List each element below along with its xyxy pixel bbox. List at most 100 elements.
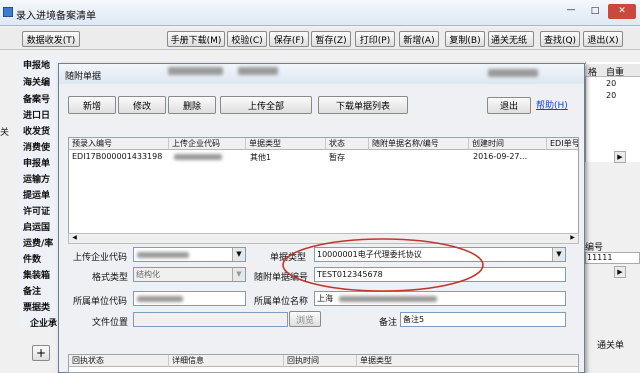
dialog-title-redacted-2 bbox=[238, 67, 278, 75]
right-scroll-right-arrow[interactable]: ▶ bbox=[614, 151, 626, 163]
left-label-declare-place: 申报地 bbox=[23, 61, 51, 71]
grid-header-doc-type[interactable]: 单据类型 bbox=[246, 138, 326, 150]
print-button[interactable]: 打印(P) bbox=[355, 31, 395, 47]
add-row-button[interactable]: + bbox=[32, 345, 50, 361]
maximize-button[interactable]: □ bbox=[584, 5, 606, 18]
dialog-edit-button[interactable]: 修改 bbox=[118, 96, 166, 114]
right-scroll-right-arrow-2[interactable]: ▶ bbox=[614, 266, 626, 278]
left-label-bill: 提运单 bbox=[23, 191, 51, 201]
exit-main-button[interactable]: 退出(X) bbox=[583, 31, 623, 47]
left-label-bill-type: 票据类 bbox=[23, 303, 51, 313]
receipt-grid-header: 回执状态 详细信息 回执时间 单据类型 bbox=[69, 355, 578, 367]
upload-company-redacted bbox=[137, 252, 189, 258]
right-code-value: 11111 bbox=[587, 253, 613, 262]
grid-header-upload-company[interactable]: 上传企业代码 bbox=[169, 138, 246, 150]
save-button[interactable]: 保存(F) bbox=[269, 31, 309, 47]
scroll-left-arrow[interactable]: ◀ bbox=[69, 234, 80, 243]
data-transceive-button[interactable]: 数据收发(T) bbox=[22, 31, 80, 47]
row-doc-type: 其他1 bbox=[250, 153, 272, 162]
find-button[interactable]: 查找(Q) bbox=[540, 31, 580, 47]
doc-type-value: 10000001电子代理委托协议 bbox=[317, 250, 422, 259]
dialog-delete-button[interactable]: 删除 bbox=[168, 96, 216, 114]
stash-button[interactable]: 暂存(Z) bbox=[311, 31, 351, 47]
new-button[interactable]: 新增(A) bbox=[399, 31, 439, 47]
doc-number-input[interactable]: TEST012345678 bbox=[314, 267, 566, 282]
owner-code-redacted bbox=[137, 296, 183, 302]
row-upload-company-redacted bbox=[174, 154, 222, 160]
remark-input[interactable]: 备注5 bbox=[400, 312, 566, 327]
attachment-grid: 预录入编号 上传企业代码 单据类型 状态 随附单据名称/编号 创建时间 EDI单… bbox=[68, 137, 579, 243]
grid-header-status[interactable]: 状态 bbox=[326, 138, 369, 150]
receipt-header-detail[interactable]: 详细信息 bbox=[169, 355, 284, 367]
grid-header-edi-no[interactable]: EDI单号 bbox=[547, 138, 578, 150]
left-edge-mark: 关 bbox=[0, 128, 10, 138]
right-header-weight: 自重 bbox=[606, 68, 625, 78]
left-label-consumer: 消费使 bbox=[23, 143, 51, 153]
row-created-time: 2016-09-27... bbox=[473, 152, 528, 161]
owner-code-input[interactable] bbox=[133, 291, 246, 306]
doc-number-value: TEST012345678 bbox=[317, 270, 383, 279]
left-label-customs-code: 海关编 bbox=[23, 78, 51, 88]
format-type-label: 格式类型 bbox=[92, 273, 129, 283]
grid-horizontal-scrollbar[interactable]: ◀ ▶ bbox=[68, 233, 579, 244]
left-label-declarer: 申报单 bbox=[23, 159, 51, 169]
owner-code-label: 所属单位代码 bbox=[73, 297, 128, 307]
main-window-title: 录入进境备案清单 bbox=[16, 11, 96, 22]
table-row[interactable]: EDI17B000001433198 其他1 暂存 2016-09-27... bbox=[69, 151, 578, 163]
dialog-upload-all-button[interactable]: 上传全部 bbox=[220, 96, 312, 114]
dialog-title-redacted-1 bbox=[168, 67, 223, 75]
receipt-header-time[interactable]: 回执时间 bbox=[284, 355, 357, 367]
row-status: 暂存 bbox=[329, 153, 345, 162]
left-label-license: 许可证 bbox=[23, 207, 51, 217]
left-label-remark: 备注 bbox=[23, 287, 42, 297]
minimize-button[interactable]: — bbox=[560, 5, 582, 18]
dialog-title-redacted-3 bbox=[488, 69, 538, 77]
main-window-icon bbox=[3, 7, 13, 17]
dialog-exit-button[interactable]: 退出 bbox=[487, 97, 531, 114]
owner-name-input[interactable]: 上海 bbox=[314, 291, 566, 306]
paperless-clearance-button[interactable]: 通关无纸 bbox=[488, 31, 534, 47]
copy-button[interactable]: 复制(B) bbox=[445, 31, 485, 47]
file-location-input bbox=[133, 312, 288, 327]
close-button[interactable]: ✕ bbox=[608, 4, 636, 19]
upload-company-field[interactable]: ▼ bbox=[133, 247, 246, 262]
right-clearance-label: 通关单 bbox=[597, 341, 625, 351]
grid-header-created-time[interactable]: 创建时间 bbox=[469, 138, 547, 150]
browse-button: 浏览 bbox=[289, 311, 321, 327]
grid-header-preentry-no[interactable]: 预录入编号 bbox=[69, 138, 169, 150]
dialog-help-link[interactable]: 帮助(H) bbox=[536, 98, 568, 111]
receipt-header-doc-type[interactable]: 单据类型 bbox=[357, 355, 578, 367]
left-label-origin-country: 启运国 bbox=[23, 223, 51, 233]
left-label-transport: 运输方 bbox=[23, 175, 51, 185]
scroll-right-arrow[interactable]: ▶ bbox=[567, 234, 578, 243]
format-type-dropdown-arrow: ▼ bbox=[232, 268, 245, 281]
right-value-1: 20 bbox=[606, 79, 617, 88]
doc-type-select[interactable]: 10000001电子代理委托协议 ▼ bbox=[314, 247, 566, 262]
dialog-new-button[interactable]: 新增 bbox=[68, 96, 116, 114]
left-label-import-date: 进口日 bbox=[23, 111, 51, 121]
doc-type-dropdown-arrow[interactable]: ▼ bbox=[552, 248, 565, 261]
main-title-bar: 录入进境备案清单 bbox=[0, 0, 640, 26]
left-label-pieces: 件数 bbox=[23, 255, 42, 265]
owner-name-label: 所属单位名称 bbox=[254, 297, 309, 307]
dialog-title: 随附单据 bbox=[65, 72, 102, 82]
owner-name-value: 上海 bbox=[317, 294, 333, 303]
right-value-2: 20 bbox=[606, 91, 617, 100]
left-label-container: 集装箱 bbox=[23, 271, 51, 281]
upload-company-dropdown-arrow[interactable]: ▼ bbox=[232, 248, 245, 261]
remark-label: 备注 bbox=[379, 318, 398, 328]
manual-download-button[interactable]: 手册下载(M) bbox=[167, 31, 225, 47]
dialog-download-list-button[interactable]: 下载单据列表 bbox=[318, 96, 408, 114]
upload-company-label: 上传企业代码 bbox=[73, 253, 128, 263]
owner-name-redacted bbox=[339, 296, 437, 302]
grid-header-row: 预录入编号 上传企业代码 单据类型 状态 随附单据名称/编号 创建时间 EDI单… bbox=[69, 138, 578, 150]
left-label-freight: 运费/率 bbox=[23, 239, 54, 249]
format-type-value: 结构化 bbox=[136, 270, 160, 279]
receipt-header-status[interactable]: 回执状态 bbox=[69, 355, 169, 367]
file-location-label: 文件位置 bbox=[92, 318, 129, 328]
receipt-grid: 回执状态 详细信息 回执时间 单据类型 bbox=[68, 354, 579, 373]
left-label-enterprise: 企业承 bbox=[30, 319, 58, 329]
format-type-select: 结构化 ▼ bbox=[133, 267, 246, 282]
grid-header-doc-name[interactable]: 随附单据名称/编号 bbox=[369, 138, 469, 150]
verify-button[interactable]: 校验(C) bbox=[227, 31, 267, 47]
